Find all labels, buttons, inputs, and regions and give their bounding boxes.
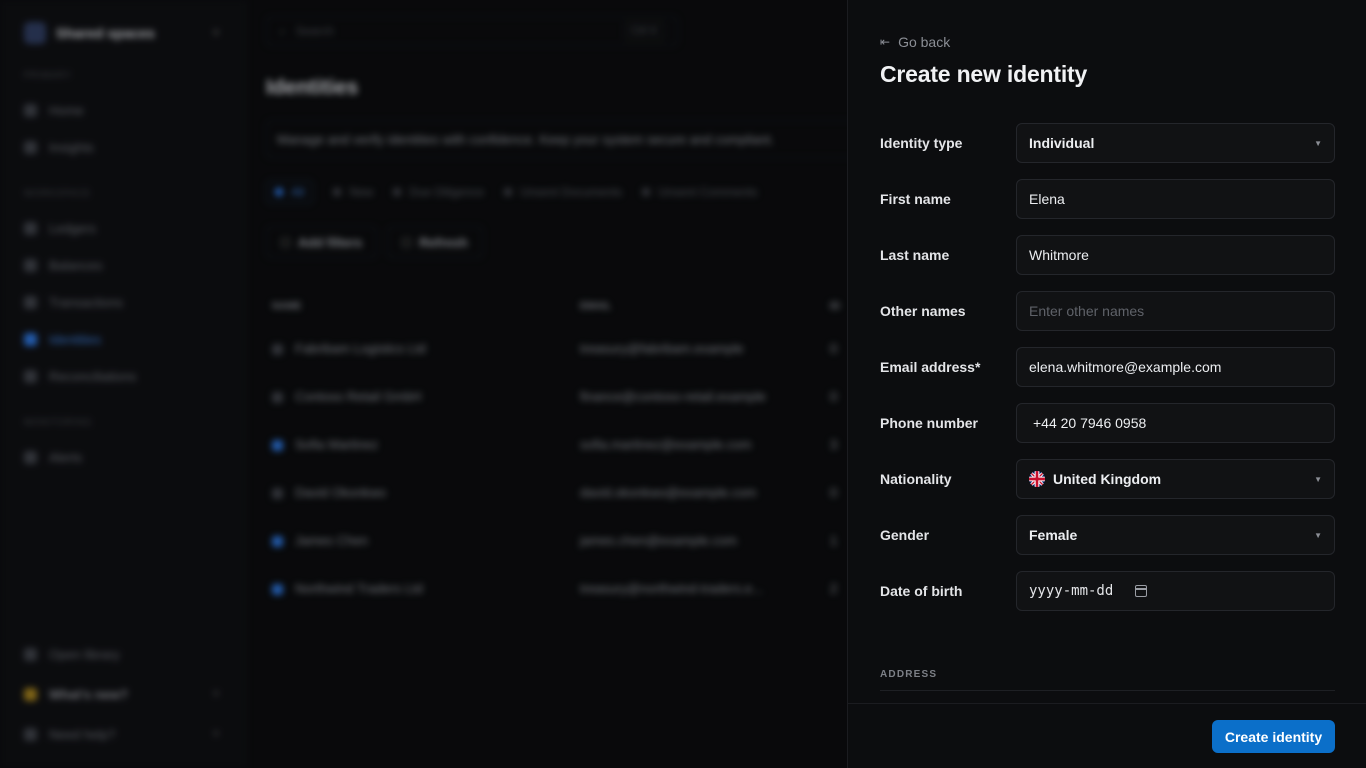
go-back-link[interactable]: ⇤ Go back (880, 34, 950, 50)
last-name-textbox[interactable] (1029, 247, 1322, 263)
identity-type-select[interactable]: Individual ▼ (1016, 123, 1335, 163)
date-placeholder: yyyy-mm-dd (1029, 583, 1114, 599)
email-input[interactable] (1016, 347, 1335, 387)
caret-down-icon: ▼ (1314, 138, 1322, 148)
nationality-select[interactable]: United Kingdom ▼ (1016, 459, 1335, 499)
phone-input[interactable] (1016, 403, 1335, 443)
date-of-birth-field: Date of birth yyyy-mm-dd (880, 571, 1335, 611)
first-name-textbox[interactable] (1029, 191, 1322, 207)
gender-select[interactable]: Female ▼ (1016, 515, 1335, 555)
address-section-heading: ADDRESS (880, 669, 938, 680)
create-identity-button[interactable]: Create identity (1212, 720, 1335, 753)
uk-flag-icon (1029, 471, 1045, 487)
divider (880, 690, 1335, 691)
last-name-field: Last name (880, 235, 1335, 275)
first-name-field: First name (880, 179, 1335, 219)
select-value: Individual (1029, 135, 1095, 151)
email-field: Email address* (880, 347, 1335, 387)
drawer-footer: Create identity (848, 703, 1366, 768)
field-label: Gender (880, 527, 930, 543)
caret-down-icon: ▼ (1314, 474, 1322, 484)
field-label: Email address* (880, 359, 981, 375)
caret-down-icon: ▼ (1314, 530, 1322, 540)
field-label: First name (880, 191, 951, 207)
identity-type-field: Identity type Individual ▼ (880, 123, 1335, 163)
select-value: Female (1029, 527, 1078, 543)
field-label: Date of birth (880, 583, 963, 599)
field-label: Other names (880, 303, 966, 319)
other-names-input[interactable] (1016, 291, 1335, 331)
drawer-title: Create new identity (880, 61, 1088, 87)
phone-field: Phone number (880, 403, 1335, 443)
select-value: United Kingdom (1053, 471, 1162, 487)
field-label: Phone number (880, 415, 979, 431)
other-names-field: Other names (880, 291, 1335, 331)
field-label: Nationality (880, 471, 952, 487)
create-identity-drawer: ⇤ Go back Create new identity Identity t… (847, 0, 1366, 768)
nationality-field: Nationality United Kingdom ▼ (880, 459, 1335, 499)
calendar-icon[interactable] (1135, 585, 1148, 597)
email-textbox[interactable] (1029, 359, 1322, 375)
other-names-textbox[interactable] (1029, 303, 1322, 319)
first-name-input[interactable] (1016, 179, 1335, 219)
phone-textbox[interactable] (1033, 415, 1322, 431)
gender-field: Gender Female ▼ (880, 515, 1335, 555)
arrow-left-to-line-icon: ⇤ (880, 35, 891, 49)
modal-backdrop[interactable] (0, 0, 847, 768)
field-label: Identity type (880, 135, 963, 151)
field-label: Last name (880, 247, 950, 263)
date-of-birth-input[interactable]: yyyy-mm-dd (1016, 571, 1335, 611)
last-name-input[interactable] (1016, 235, 1335, 275)
go-back-label: Go back (898, 34, 951, 50)
